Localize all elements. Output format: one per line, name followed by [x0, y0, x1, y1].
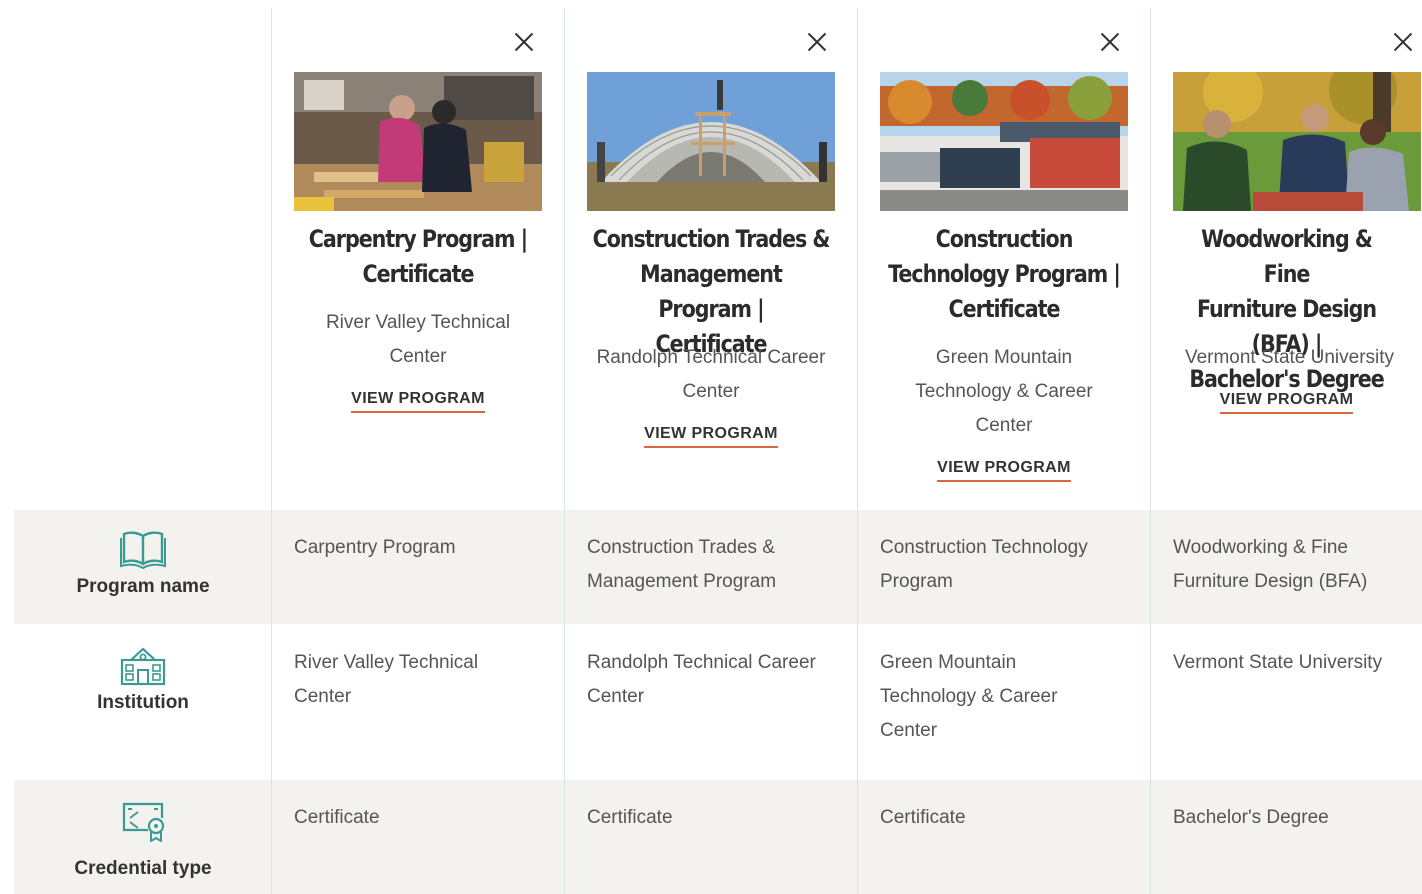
cell-line: Center — [587, 686, 645, 707]
campus-building-photo — [880, 72, 1128, 211]
cell-program-name: Construction Technology Program — [880, 531, 1130, 599]
program-title-line: Construction Trades & — [592, 225, 831, 253]
cell-institution: Randolph Technical Career Center — [587, 646, 837, 714]
program-title-line: Technology Program | — [888, 260, 1121, 288]
institution-line: Green Mountain — [935, 347, 1073, 368]
institution-line: River Valley Technical — [325, 312, 511, 333]
cell-line: Construction Trades & — [587, 537, 775, 558]
cell-line: Woodworking & Fine — [1173, 537, 1348, 558]
view-program-label[interactable]: VIEW PROGRAM — [351, 390, 485, 413]
program-title: Carpentry Program | Certificate — [299, 222, 536, 292]
cell-program-name: Woodworking & Fine Furniture Design (BFA… — [1173, 531, 1422, 599]
program-title: Construction Technology Program | Certif… — [885, 222, 1122, 327]
row-label-text: Institution — [97, 692, 189, 713]
cell-institution: River Valley Technical Center — [294, 646, 544, 714]
hoop-house-photo — [587, 72, 835, 211]
certificate-icon — [122, 802, 165, 842]
row-label-credential-type: Credential type — [14, 780, 272, 894]
program-institution: River Valley Technical Center — [286, 306, 550, 374]
program-card: Woodworking & Fine Furniture Design (BFA… — [1151, 0, 1422, 508]
cell-line: River Valley Technical — [294, 652, 479, 673]
close-icon[interactable] — [1389, 28, 1417, 56]
cell-line: Program — [880, 571, 953, 592]
program-title-line: Certificate — [948, 295, 1060, 323]
cell-credential-type: Certificate — [880, 807, 966, 828]
program-card: Construction Trades & Management Program… — [565, 0, 857, 508]
cell-line: Furniture Design (BFA) — [1173, 571, 1368, 592]
institution-line: Center — [975, 415, 1033, 436]
row-label-institution: Institution — [14, 624, 272, 780]
close-icon[interactable] — [510, 28, 538, 56]
open-book-icon — [120, 531, 166, 570]
program-card: Construction Technology Program | Certif… — [858, 0, 1150, 508]
workshop-photo — [294, 72, 542, 211]
cell-line: Management Program — [587, 571, 777, 592]
cell-line: Construction Technology — [880, 537, 1088, 558]
cell-line: Center — [880, 720, 938, 741]
program-title-line: Certificate — [362, 260, 474, 288]
institution-line: Technology & Career — [915, 381, 1093, 402]
cell-line: Center — [294, 686, 352, 707]
cell-program-name: Carpentry Program — [294, 531, 544, 565]
row-label-program-name: Program name — [14, 510, 272, 624]
program-title-line: Construction — [935, 225, 1074, 253]
institution-line: Center — [682, 381, 740, 402]
view-program-link[interactable]: VIEW PROGRAM — [565, 425, 857, 448]
cell-line: Carpentry Program — [294, 537, 456, 558]
cell-credential-type: Certificate — [294, 807, 380, 828]
close-icon[interactable] — [803, 28, 831, 56]
program-institution: Randolph Technical Career Center — [579, 341, 843, 409]
row-label-text: Program name — [76, 576, 210, 597]
institution-line: Center — [389, 346, 447, 367]
cell-institution: Vermont State University — [1173, 646, 1422, 680]
institution-line: Randolph Technical Career — [596, 347, 826, 368]
view-program-link[interactable]: VIEW PROGRAM — [858, 459, 1150, 482]
row-label-text: Credential type — [74, 858, 212, 879]
students-lawn-photo — [1173, 72, 1421, 211]
program-title-line: Carpentry Program | — [308, 225, 528, 253]
view-program-link[interactable]: VIEW PROGRAM — [272, 390, 564, 413]
program-card: Carpentry Program | Certificate River Va… — [272, 0, 564, 508]
program-title-line: Woodworking & Fine — [1201, 225, 1373, 288]
program-institution: Green Mountain Technology & Career Cente… — [872, 341, 1136, 443]
school-building-icon — [120, 647, 166, 686]
program-title-line: Management Program | — [640, 260, 783, 323]
view-program-label[interactable]: VIEW PROGRAM — [644, 425, 778, 448]
cell-credential-type: Certificate — [587, 807, 673, 828]
cell-line: Vermont State University — [1173, 652, 1383, 673]
cell-credential-type: Bachelor's Degree — [1173, 807, 1329, 828]
close-icon[interactable] — [1096, 28, 1124, 56]
program-institution: Vermont State University — [1157, 341, 1422, 375]
row-credential-type: Credential type — [14, 780, 1422, 894]
program-comparison-table: Program name Institution Credential type… — [0, 0, 1422, 894]
cell-program-name: Construction Trades & Management Program — [587, 531, 837, 599]
cell-line: Randolph Technical Career — [587, 652, 816, 673]
cell-line: Technology & Career — [880, 686, 1058, 707]
cell-institution: Green Mountain Technology & Career Cente… — [880, 646, 1130, 748]
institution-line: Vermont State University — [1184, 347, 1395, 368]
view-program-link[interactable]: VIEW PROGRAM — [1151, 391, 1422, 414]
cell-line: Green Mountain — [880, 652, 1017, 673]
view-program-label[interactable]: VIEW PROGRAM — [937, 459, 1071, 482]
view-program-label[interactable]: VIEW PROGRAM — [1219, 391, 1354, 414]
